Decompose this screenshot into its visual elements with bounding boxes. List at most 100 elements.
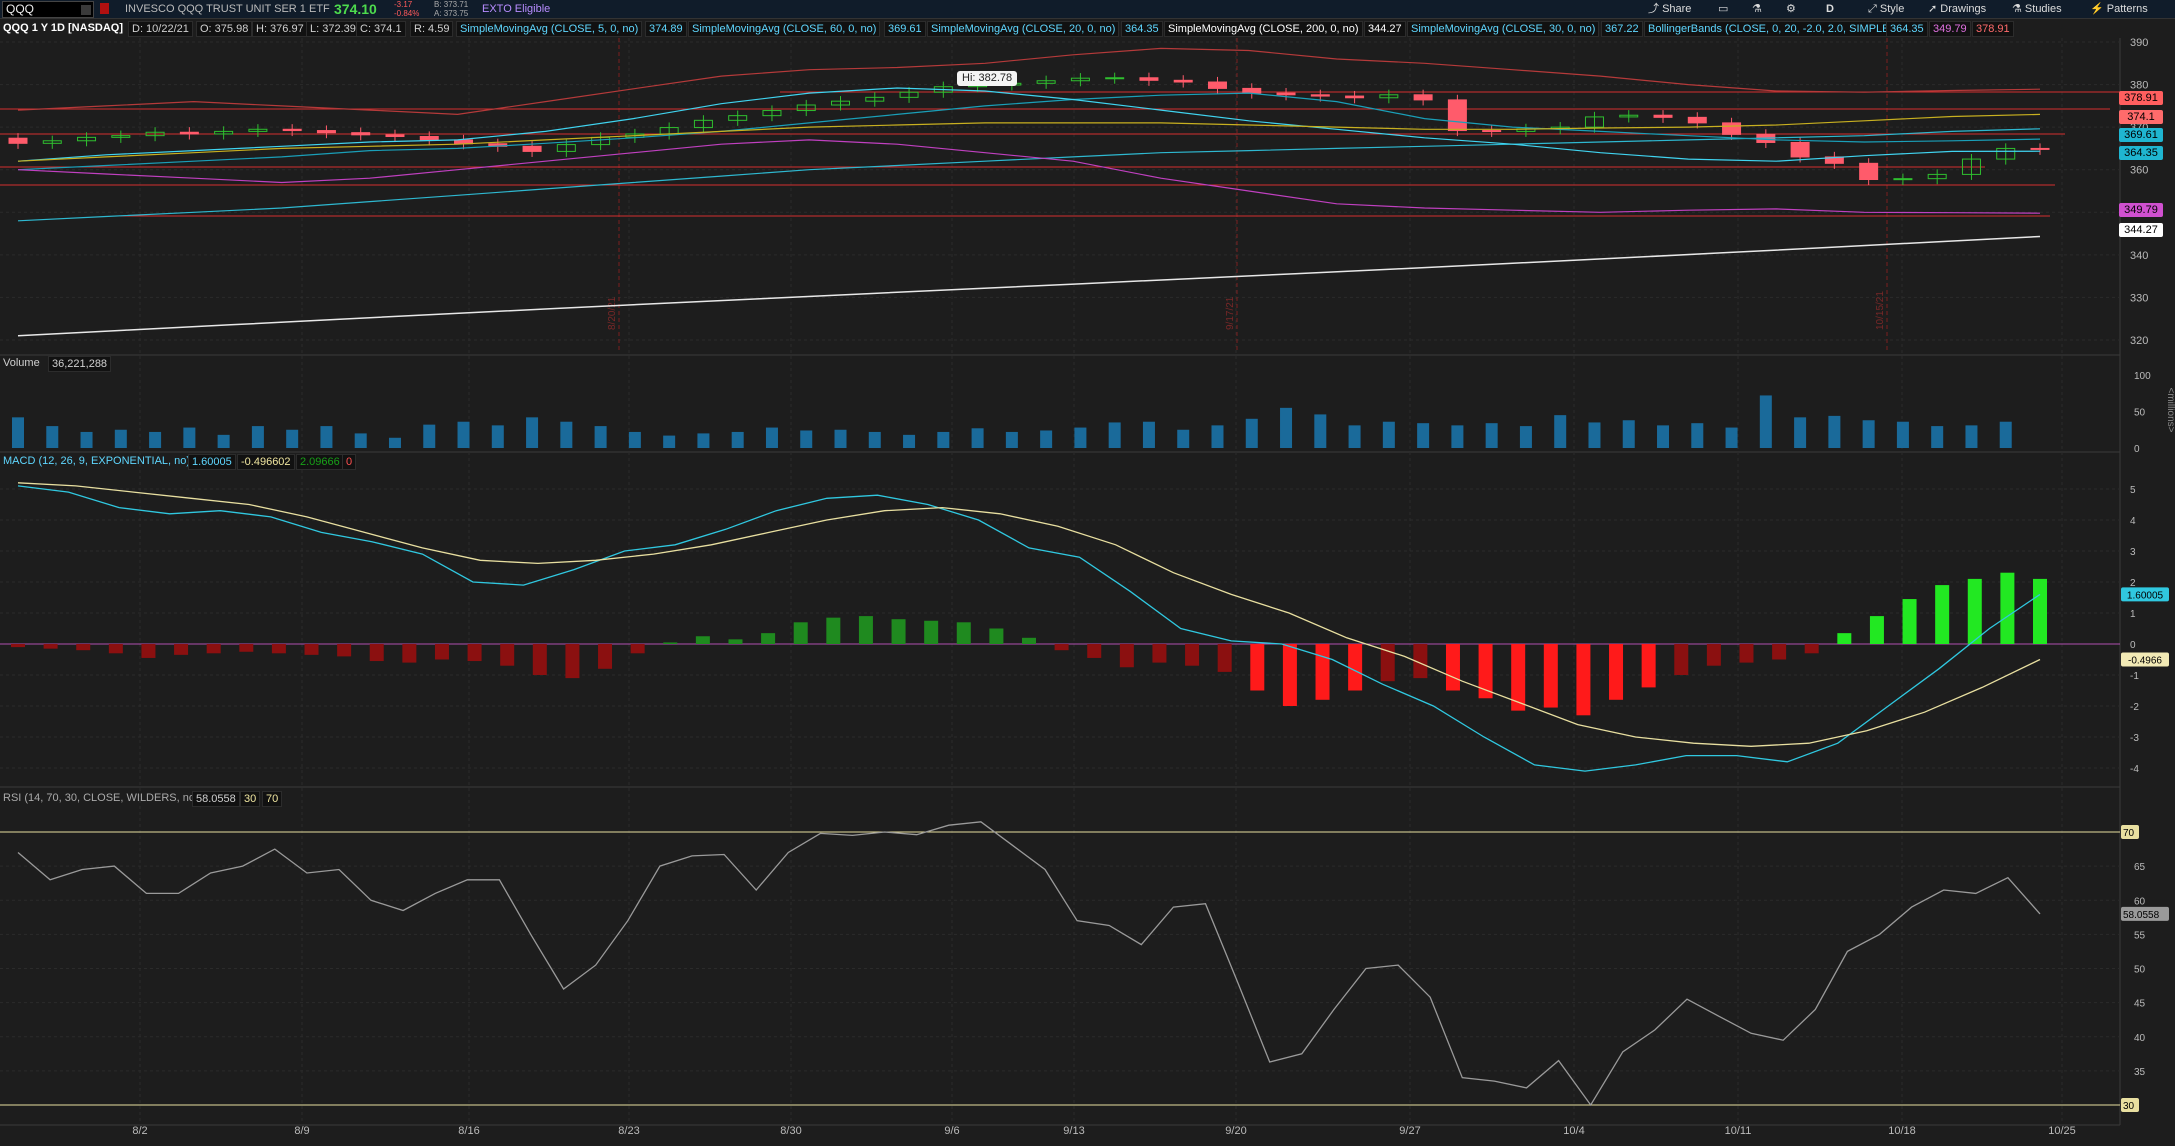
x-axis-label: 9/27 — [1399, 1125, 1420, 1137]
rsi-pane — [0, 821, 2120, 1107]
rsi-value: 58.0558 — [192, 791, 240, 807]
rsi-os: 70 — [262, 791, 283, 807]
rsi-axis-label: 45 — [2134, 999, 2146, 1010]
x-axis-label: 8/2 — [132, 1125, 147, 1137]
candle-down — [179, 131, 199, 135]
x-axis-label: 8/9 — [294, 1125, 309, 1137]
rsi-label[interactable]: RSI (14, 70, 30, CLOSE, WILDERS, no) — [0, 791, 202, 805]
macd-hist-down — [1315, 644, 1330, 700]
x-axis-label: 9/20 — [1225, 1125, 1246, 1137]
macd-hist-up — [891, 619, 906, 644]
macd-axis-label: 0 — [2130, 640, 2136, 651]
macd-hist-down — [337, 644, 352, 657]
rsi-axis-label: 50 — [2134, 965, 2146, 976]
macd-hist-down — [1543, 644, 1558, 708]
macd-axis-label: 2 — [2130, 578, 2136, 589]
chart-canvas[interactable]: 8/20/21 9/17/21 10/15/21 8/2 8/9 8/16 8/23 8/3… — [0, 0, 2175, 1146]
candle-down — [1413, 94, 1433, 101]
price-label: 364.35 — [2119, 146, 2163, 160]
candle-down — [1482, 130, 1502, 133]
volume-bar — [1999, 421, 2012, 448]
macd-hist-up — [989, 628, 1004, 644]
macd-hist-down — [532, 644, 547, 675]
candle-down — [1722, 122, 1742, 135]
macd-hist-down — [1152, 644, 1167, 663]
candle-down — [2030, 147, 2050, 150]
macd-hist-up — [793, 622, 808, 644]
x-axis-label: 10/11 — [1725, 1125, 1752, 1137]
volume-unit-label: <millions> — [2165, 387, 2175, 432]
macd-axis-label: 1 — [2130, 609, 2136, 620]
macd-avg-line — [17, 482, 2041, 747]
volume-bar — [1794, 417, 1807, 448]
candle-down — [1207, 81, 1227, 89]
macd-hist-down — [141, 644, 156, 658]
x-axis-label: 10/25 — [2048, 1125, 2076, 1137]
price-label: 378.91 — [2119, 91, 2163, 105]
volume-bar — [1040, 430, 1053, 448]
price-label: 349.79 — [2119, 203, 2163, 217]
volume-bar — [800, 430, 813, 448]
volume-pane — [12, 395, 2012, 448]
candle-down — [1790, 141, 1810, 158]
volume-bar — [1896, 421, 1909, 448]
macd-line — [17, 485, 2041, 772]
volume-bar — [1211, 425, 1224, 448]
rsi-axis-label: 40 — [2134, 1033, 2146, 1044]
macd-hist-down — [1445, 644, 1460, 691]
macd-hist-down — [630, 644, 645, 654]
volume-bar — [1314, 414, 1327, 448]
y-axis-label: 340 — [2130, 250, 2148, 262]
candle-down — [1345, 95, 1365, 99]
macd-axis-label: 3 — [2130, 547, 2136, 558]
x-axis-label: 8/23 — [618, 1125, 639, 1137]
macd-axis-label: -4 — [2130, 764, 2139, 775]
macd-hist-down — [402, 644, 417, 663]
volume-axis-label: 50 — [2134, 408, 2146, 419]
macd-hist-down — [1804, 644, 1819, 654]
macd-hist-up — [663, 642, 678, 644]
volume-bar — [1931, 426, 1944, 448]
rsi-axis-label: 60 — [2134, 896, 2146, 907]
volume-bar — [1485, 423, 1498, 448]
candle-up — [1893, 178, 1913, 181]
volume-bar — [354, 433, 367, 448]
macd-hist-down — [1282, 644, 1297, 706]
macd-hist-down — [598, 644, 613, 669]
macd-avg: -0.496602 — [237, 454, 295, 470]
volume-bar — [251, 426, 264, 448]
macd-hist-up — [728, 639, 743, 644]
grid-lines — [0, 38, 2121, 1126]
volume-bar — [457, 421, 470, 448]
volume-bar — [1725, 427, 1738, 448]
volume-bar — [1588, 422, 1601, 448]
y-axis-label: 360 — [2130, 165, 2148, 177]
volume-label[interactable]: Volume — [0, 356, 43, 370]
date-marker-label: 9/17/21 — [1225, 296, 1236, 330]
candle-down — [1687, 116, 1707, 124]
volume-bar — [1965, 425, 1978, 448]
volume-bar — [731, 431, 744, 448]
volume-bar — [1245, 418, 1258, 448]
y-axis-label: 380 — [2130, 80, 2148, 92]
macd-hist-up — [1022, 637, 1036, 644]
high-marker: Hi: 382.78 — [957, 71, 1018, 86]
macd-hist-down — [369, 644, 384, 662]
rsi-axis-label: 55 — [2134, 930, 2146, 941]
macd-hist-down — [1217, 644, 1232, 672]
candle-down — [419, 136, 439, 141]
macd-label[interactable]: MACD (12, 26, 9, EXPONENTIAL, no) — [0, 454, 193, 468]
macd-axis-label: -1 — [2130, 671, 2139, 682]
rsi-axis-label: 35 — [2134, 1067, 2146, 1078]
candle-down — [8, 137, 28, 144]
volume-bar — [1417, 423, 1430, 448]
volume-bar — [1759, 395, 1772, 448]
y-axis-label: 390 — [2130, 37, 2148, 49]
volume-bar — [388, 437, 401, 448]
volume-bar — [1108, 422, 1121, 448]
candle-down — [316, 130, 336, 134]
volume-bar — [834, 429, 847, 448]
rsi-ob: 30 — [240, 791, 261, 807]
candle-down — [351, 132, 371, 136]
volume-bar — [1451, 425, 1464, 448]
